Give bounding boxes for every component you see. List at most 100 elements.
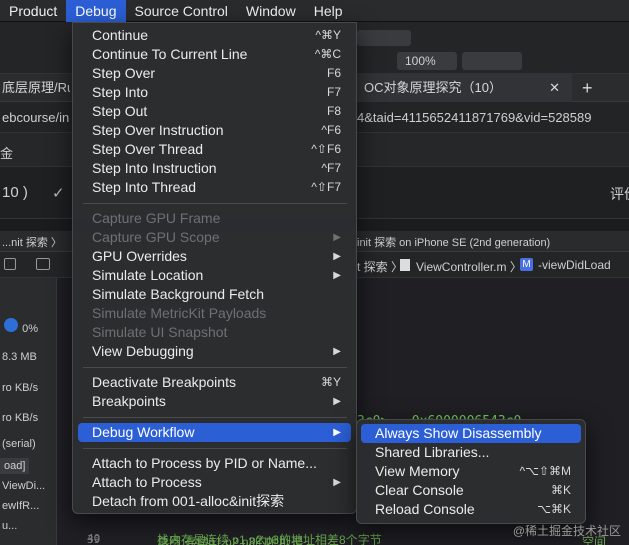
menu-item-label: Capture GPU Frame	[92, 210, 221, 226]
menu-item-label: Step Over	[92, 65, 156, 81]
menu-item-label: Simulate Background Fetch	[92, 286, 264, 302]
thread-frame-selected[interactable]: oad]	[0, 458, 30, 474]
menu-item-step-over-instruction[interactable]: Step Over Instruction ^F6	[78, 121, 351, 140]
zoom-field[interactable]: 100%	[397, 52, 457, 70]
menu-item-simulate-metrickit-payloads: Simulate MetricKit Payloads	[78, 304, 351, 323]
menu-item-label: Breakpoints	[92, 393, 166, 409]
menu-item-step-into-thread[interactable]: Step Into Thread ^⇧F7	[78, 178, 351, 197]
submenu-arrow-icon: ▶	[333, 346, 341, 357]
menu-item-label: Simulate Location	[92, 267, 204, 283]
tab-inactive[interactable]: 底层原理/Ru	[0, 74, 70, 102]
run-destination[interactable]: init 探索 on iPhone SE (2nd generation)	[357, 234, 550, 250]
submenu-arrow-icon: ▶	[333, 477, 341, 488]
nav-buttons[interactable]	[357, 30, 411, 46]
tab-active-title: OC对象原理探究（10）	[364, 80, 502, 95]
submenu-arrow-icon: ▶	[333, 232, 341, 243]
menu-item-simulate-ui-snapshot: Simulate UI Snapshot	[78, 323, 351, 342]
menu-item-label: View Debugging	[92, 343, 194, 359]
menu-item-label: Simulate MetricKit Payloads	[92, 305, 267, 321]
menu-item-step-out[interactable]: Step Out F8	[78, 102, 351, 121]
menu-product[interactable]: Product	[0, 0, 66, 22]
menu-item-simulate-location[interactable]: Simulate Location ▶	[78, 266, 351, 285]
menu-item-simulate-background-fetch[interactable]: Simulate Background Fetch	[78, 285, 351, 304]
menu-item-capture-gpu-frame: Capture GPU Frame	[78, 209, 351, 228]
menu-item-step-over[interactable]: Step Over F6	[78, 64, 351, 83]
toolbar-button[interactable]	[462, 52, 522, 70]
memory-value: 8.3 MB	[2, 351, 37, 363]
cpu-value: 0%	[22, 323, 38, 335]
menu-item-step-over-thread[interactable]: Step Over Thread ^⇧F6	[78, 140, 351, 159]
shortcut: ^⌘C	[314, 47, 341, 61]
menu-item-label: Simulate UI Snapshot	[92, 324, 228, 340]
menu-bar: Product Debug Source Control Window Help	[0, 0, 629, 22]
shortcut: ^⇧F6	[311, 142, 341, 156]
menu-item-deactivate-breakpoints[interactable]: Deactivate Breakpoints ⌘Y	[78, 373, 351, 392]
shortcut: ^F6	[321, 123, 341, 137]
scheme-name[interactable]: ...nit 探索 〉	[2, 234, 62, 250]
url-text-left: ebcourse/in	[2, 110, 70, 125]
new-tab-icon[interactable]: +	[582, 74, 602, 102]
menu-item-label: Step Over Instruction	[92, 122, 224, 138]
breadcrumb-file[interactable]: ViewController.m 〉	[416, 258, 522, 275]
shortcut: ⌘K	[550, 483, 571, 497]
menu-separator	[83, 367, 347, 368]
debug-navigator: 0% 8.3 MB ro KB/s ro KB/s (serial) oad] …	[0, 278, 57, 545]
shortcut: ^⌥⇧⌘M	[519, 464, 571, 478]
menu-window[interactable]: Window	[237, 0, 305, 22]
menu-separator	[83, 417, 347, 418]
menu-item-debug-workflow[interactable]: Debug Workflow ▶	[78, 423, 351, 442]
menu-item-label: Capture GPU Scope	[92, 229, 220, 245]
console-icon[interactable]	[36, 258, 50, 270]
menu-separator	[83, 448, 347, 449]
thread-frame[interactable]: ViewDi...	[2, 480, 45, 492]
tab-close-icon[interactable]: ✕	[549, 74, 560, 102]
menu-item-gpu-overrides[interactable]: GPU Overrides ▶	[78, 247, 351, 266]
debug-workflow-submenu: Always Show Disassembly Shared Libraries…	[356, 419, 586, 524]
menu-item-view-debugging[interactable]: View Debugging ▶	[78, 342, 351, 361]
code-comment-line: 栈内存是连续,p1,p2,p3的地址相差8个字节	[157, 533, 382, 545]
menu-item-clear-console[interactable]: Clear Console ⌘K	[361, 481, 581, 500]
navigator-icon[interactable]	[4, 258, 16, 270]
thread-queue: (serial)	[2, 438, 36, 450]
menu-separator	[83, 203, 347, 204]
menu-item-continue-to-current-line[interactable]: Continue To Current Line ^⌘C	[78, 45, 351, 64]
disk-value: ro KB/s	[2, 382, 39, 394]
rating-label[interactable]: 评价	[610, 184, 629, 204]
menu-item-capture-gpu-scope: Capture GPU Scope ▶	[78, 228, 351, 247]
menu-item-label: Clear Console	[375, 482, 464, 498]
menu-item-always-show-disassembly[interactable]: Always Show Disassembly	[361, 424, 581, 443]
menu-item-label: View Memory	[375, 463, 460, 479]
menu-debug[interactable]: Debug	[66, 0, 126, 22]
shortcut: ^⌘Y	[315, 28, 341, 42]
menu-help[interactable]: Help	[305, 0, 352, 22]
breadcrumb-group[interactable]: t 探索 〉	[357, 258, 403, 275]
watermark: @稀土掘金技术社区	[512, 524, 621, 538]
menu-item-label: Attach to Process by PID or Name...	[92, 455, 317, 471]
menu-item-label: Always Show Disassembly	[375, 425, 542, 441]
menu-item-continue[interactable]: Continue ^⌘Y	[78, 26, 351, 45]
debug-menu: Continue ^⌘Y Continue To Current Line ^⌘C …	[72, 22, 357, 514]
menu-item-step-into[interactable]: Step Into F7	[78, 83, 351, 102]
bookmark-item[interactable]: 金	[0, 143, 13, 162]
network-value: ro KB/s	[2, 412, 39, 424]
menu-item-view-memory[interactable]: View Memory ^⌥⇧⌘M	[361, 462, 581, 481]
course-number: 10 )	[2, 184, 28, 201]
submenu-arrow-icon: ▶	[333, 270, 341, 281]
breadcrumb-method[interactable]: -viewDidLoad	[538, 258, 611, 272]
thread-frame[interactable]: ewIfR...	[2, 500, 39, 512]
menu-item-attach-by-pid[interactable]: Attach to Process by PID or Name...	[78, 454, 351, 473]
menu-item-detach[interactable]: Detach from 001-alloc&init探索	[78, 492, 351, 511]
menu-item-label: Step Into	[92, 84, 149, 100]
menu-item-breakpoints[interactable]: Breakpoints ▶	[78, 392, 351, 411]
menu-item-reload-console[interactable]: Reload Console ⌥⌘K	[361, 500, 581, 519]
tab-active[interactable]: OC对象原理探究（10） ✕	[352, 74, 572, 102]
thread-frame[interactable]: u...	[2, 520, 17, 532]
shortcut: ^F7	[321, 161, 341, 175]
menu-item-step-into-instruction[interactable]: Step Into Instruction ^F7	[78, 159, 351, 178]
menu-item-shared-libraries[interactable]: Shared Libraries...	[361, 443, 581, 462]
line-number: 40	[87, 532, 101, 545]
menu-source-control[interactable]: Source Control	[126, 0, 237, 22]
menu-item-attach-to-process[interactable]: Attach to Process ▶	[78, 473, 351, 492]
menu-item-label: Step Over Thread	[92, 141, 204, 157]
shortcut: F7	[326, 85, 341, 99]
